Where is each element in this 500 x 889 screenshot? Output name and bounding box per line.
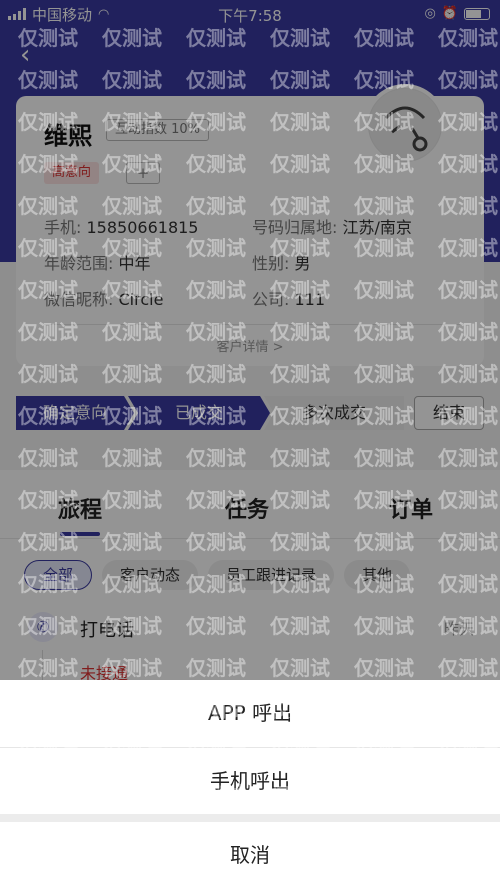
phone-call-option[interactable]: 手机呼出 <box>0 748 500 814</box>
cancel-button[interactable]: 取消 <box>0 822 500 888</box>
sheet-gap <box>0 814 500 822</box>
app-call-option[interactable]: APP 呼出 <box>0 680 500 746</box>
call-action-sheet: APP 呼出 手机呼出 取消 <box>0 680 500 889</box>
app-screen: 中国移动 ◠ 下午7:58 ◎ ⏰ ‹ 维熙 互动指数 10% 高意向 + 手机… <box>0 0 500 889</box>
